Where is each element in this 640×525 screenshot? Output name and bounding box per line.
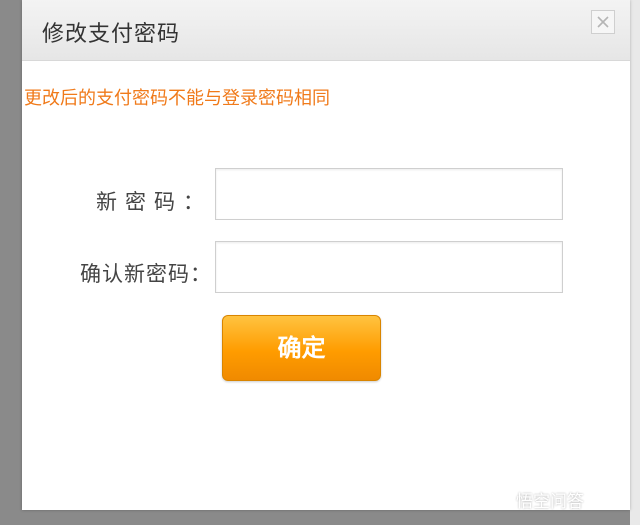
close-button[interactable] xyxy=(591,10,615,34)
dialog-title: 修改支付密码 xyxy=(42,22,181,47)
password-notice: 更改后的支付密码不能与登录密码相同 xyxy=(24,88,330,109)
close-icon xyxy=(597,16,609,28)
new-password-label: 新密码： xyxy=(96,190,212,214)
new-password-input[interactable] xyxy=(215,168,563,220)
watermark-text: 悟空问答 xyxy=(516,492,584,512)
change-payment-password-dialog: 修改支付密码 更改后的支付密码不能与登录密码相同 新密码： 确认新密码： 确定 xyxy=(22,0,630,510)
background-page-edge xyxy=(630,0,640,525)
dialog-titlebar: 修改支付密码 xyxy=(22,0,630,61)
confirm-button[interactable]: 确定 xyxy=(222,315,381,381)
confirm-password-label: 确认新密码： xyxy=(80,262,212,286)
confirm-password-input[interactable] xyxy=(215,241,563,293)
chat-bubble-icon xyxy=(495,488,513,506)
